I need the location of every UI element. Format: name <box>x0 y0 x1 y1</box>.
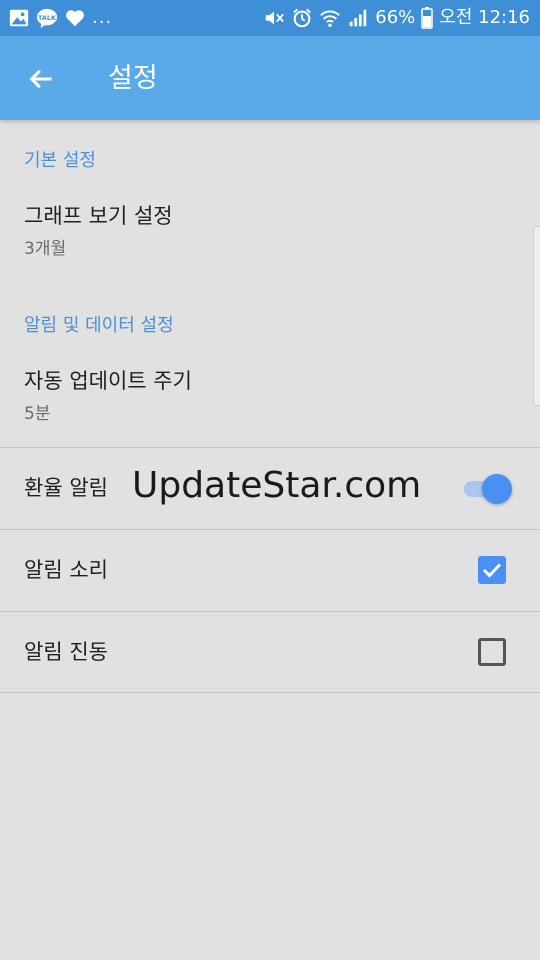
section-header-basic: 기본 설정 <box>24 150 96 171</box>
page-title: 설정 <box>108 63 158 94</box>
status-bar: TALK ... 66% 오전 12:16 <box>0 0 540 36</box>
battery-icon <box>421 7 434 29</box>
section-header-notify-data: 알림 및 데이터 설정 <box>24 315 174 336</box>
alert-vibrate-checkbox[interactable] <box>478 638 506 666</box>
svg-text:TALK: TALK <box>38 14 57 22</box>
arrow-left-icon <box>29 69 52 89</box>
alert-sound-checkbox[interactable] <box>478 556 506 584</box>
rate-alert-label: 환율 알림 <box>24 476 108 500</box>
status-notifications: TALK ... <box>8 6 112 30</box>
row-alert-sound[interactable]: 알림 소리 <box>0 530 540 610</box>
status-system: 66% 오전 12:16 <box>263 6 530 30</box>
signal-icon <box>350 9 367 27</box>
alert-vibrate-label: 알림 진동 <box>24 640 108 664</box>
settings-screen: TALK ... 66% 오전 12:16 설정 기본 설정 그래프 보기 설정… <box>0 0 540 960</box>
alarm-icon <box>293 8 312 28</box>
scrollbar[interactable] <box>533 226 540 406</box>
row-rate-alert[interactable]: 환율 알림 UpdateStar.com <box>0 448 540 528</box>
pref-auto-update-summary: 5분 <box>24 404 51 424</box>
status-time: 오전 12:16 <box>439 7 530 28</box>
talk-icon: TALK <box>36 8 58 29</box>
pref-graph-view-title: 그래프 보기 설정 <box>24 204 173 228</box>
pref-graph-view-summary: 3개월 <box>24 239 67 259</box>
gallery-icon <box>9 9 29 27</box>
wifi-icon <box>320 10 341 27</box>
back-button[interactable] <box>18 56 64 102</box>
divider <box>0 692 540 693</box>
row-alert-vibrate[interactable]: 알림 진동 <box>0 612 540 692</box>
mute-icon <box>266 11 285 25</box>
check-icon <box>482 563 502 578</box>
battery-percent: 66% <box>375 7 416 28</box>
switch-thumb <box>482 474 512 504</box>
heart-icon <box>66 10 84 27</box>
app-bar: 설정 <box>0 36 540 120</box>
rate-alert-switch[interactable] <box>462 474 512 504</box>
pref-auto-update-title: 자동 업데이트 주기 <box>24 369 192 393</box>
notification-overflow: ... <box>92 7 113 28</box>
watermark-text: UpdateStar.com <box>132 465 422 506</box>
alert-sound-label: 알림 소리 <box>24 558 108 582</box>
